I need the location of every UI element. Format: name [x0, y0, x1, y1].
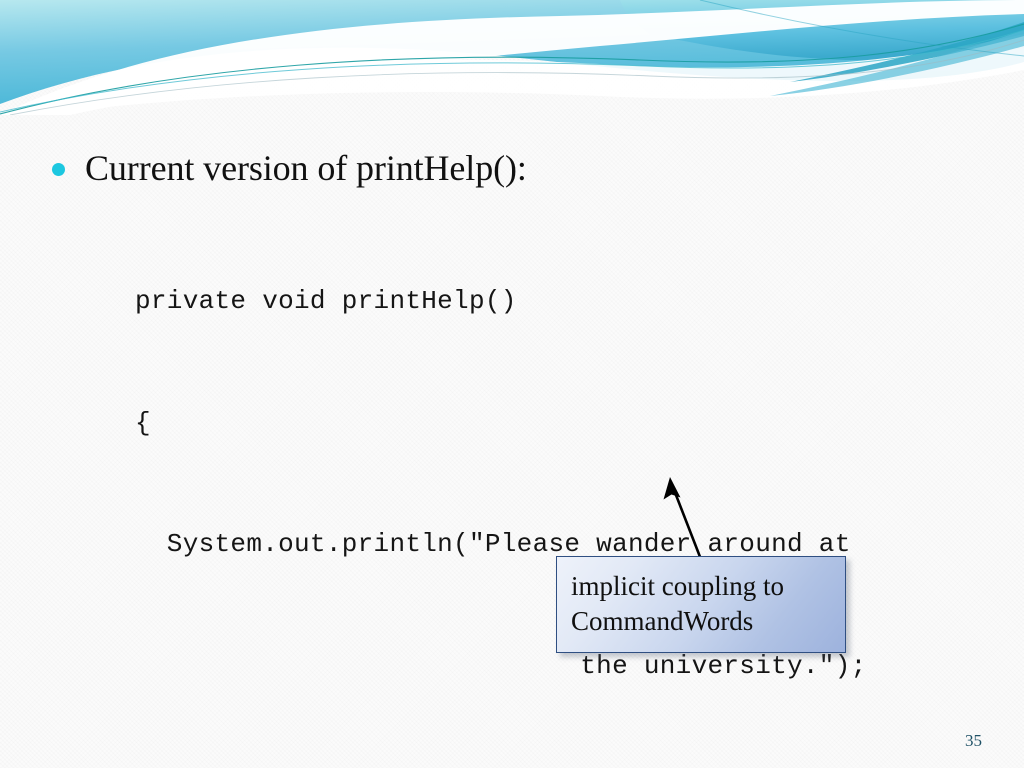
code-line: private void printHelp()	[135, 286, 517, 316]
callout-text: implicit coupling to CommandWords	[571, 571, 784, 636]
slide-title: Current version of printHelp():	[52, 146, 527, 190]
teal-wave-banner-icon	[0, 0, 1024, 115]
page-title: Current version of printHelp():	[85, 148, 527, 188]
bullet-dot-icon	[52, 163, 65, 176]
code-line: {	[135, 407, 151, 438]
page-number: 35	[965, 731, 982, 750]
callout-box: implicit coupling to CommandWords	[556, 556, 846, 653]
code-block: private void printHelp() { System.out.pr…	[135, 200, 898, 768]
presentation-slide: Current version of printHelp(): private …	[0, 0, 1024, 768]
